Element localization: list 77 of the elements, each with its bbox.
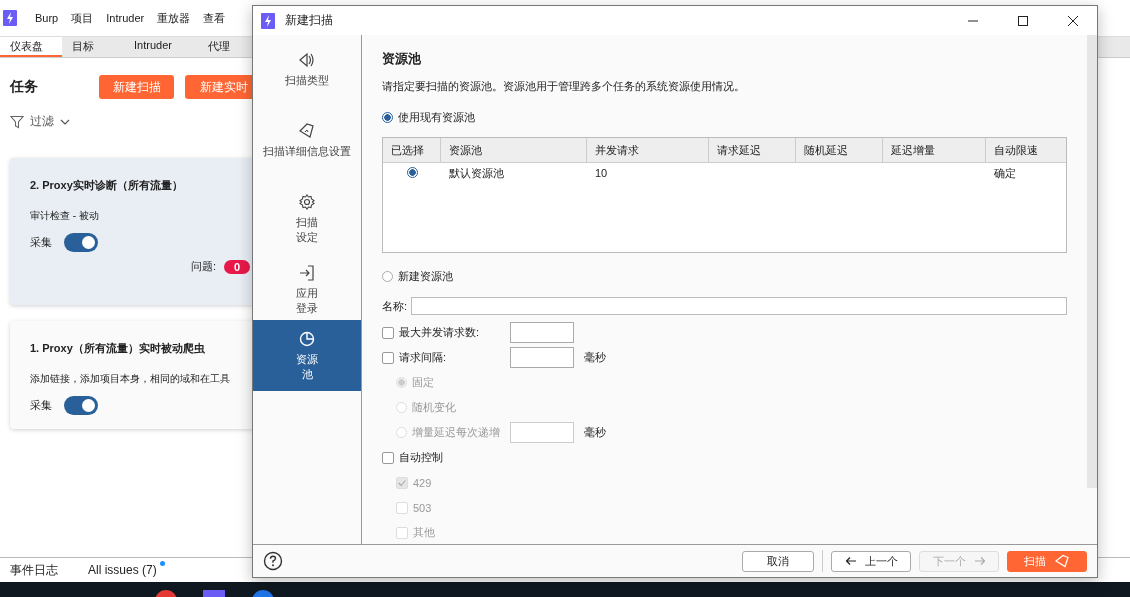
chevron-down-icon (60, 118, 70, 125)
table-cell: 确定 (994, 166, 1016, 179)
pie-chart-icon (298, 330, 316, 348)
toggle-label: 采集 (30, 398, 52, 413)
help-icon[interactable] (263, 551, 283, 571)
issues-label: 问题: (191, 259, 217, 274)
task-title: 2. Proxy实时诊断（所有流量） (30, 178, 183, 193)
tab[interactable]: Intruder (124, 37, 198, 57)
status-tab[interactable]: All issues (7) (88, 563, 166, 577)
status-tab[interactable]: 事件日志 (10, 561, 58, 579)
column-header: 随机延迟 (796, 138, 883, 162)
option-label: 503 (413, 501, 432, 514)
close-icon[interactable] (1067, 14, 1079, 27)
checkbox[interactable] (382, 351, 394, 364)
speaker-icon (298, 51, 316, 69)
filter-label[interactable]: 过滤 (30, 113, 54, 130)
checkbox[interactable] (382, 451, 394, 464)
toggle-switch[interactable] (64, 233, 98, 252)
menu-item[interactable]: Intruder (106, 12, 145, 24)
toggle-switch[interactable] (64, 396, 98, 415)
option-label: 请求间隔: (399, 350, 447, 365)
radio-button[interactable] (382, 112, 393, 123)
table-cell: 默认资源池 (449, 166, 504, 179)
task-description: 添加链接，添加项目本身，相同的域和在工具 (30, 372, 230, 386)
row-radio-button[interactable] (407, 166, 418, 178)
nav-item[interactable]: 资源池 (253, 320, 361, 391)
table-cell: 10 (595, 167, 608, 179)
tab[interactable]: 目标 (62, 37, 124, 57)
number-field[interactable] (510, 322, 574, 343)
lightning-logo-icon (261, 12, 275, 29)
settings-icon (298, 193, 316, 211)
unit-label: 毫秒 (584, 425, 606, 440)
column-header: 请求延迟 (709, 138, 796, 162)
scrollbar[interactable] (1087, 35, 1097, 488)
column-header: 并发请求 (587, 138, 709, 162)
option-label: 随机变化 (412, 400, 456, 415)
login-icon (298, 264, 316, 282)
option-label: 自动控制 (399, 450, 443, 465)
filter-icon (10, 114, 24, 129)
number-field[interactable] (510, 347, 574, 368)
toggle-label: 采集 (30, 235, 52, 250)
tag-icon (298, 122, 316, 140)
option-label: 增量延迟每次递增 (412, 425, 500, 440)
name-label: 名称: (382, 298, 408, 314)
lightning-logo-icon (3, 10, 17, 26)
menu-item[interactable]: 查看 (203, 10, 226, 26)
name-field[interactable] (411, 297, 1067, 315)
column-header: 延迟增量 (883, 138, 986, 162)
radio-label: 新建资源池 (398, 269, 453, 284)
issues-count: 0 (224, 259, 251, 274)
unit-label: 毫秒 (584, 350, 606, 365)
option-label: 其他 (413, 525, 435, 540)
menu-item[interactable]: 重放器 (157, 10, 191, 26)
cancel-button[interactable]: 取消 (742, 550, 814, 572)
radio-label: 使用现有资源池 (398, 110, 475, 125)
task-description: 审计检查 - 被动 (30, 209, 99, 223)
option-label: 最大并发请求数: (399, 325, 480, 340)
arrow-right-icon (973, 556, 986, 566)
column-header: 自动限速 (993, 143, 1039, 158)
radio-button[interactable] (382, 271, 393, 282)
menu-item[interactable]: 项目 (71, 10, 94, 26)
window-title: 新建扫描 (285, 12, 333, 29)
tasks-title: 任务 (10, 78, 39, 96)
menu-item[interactable]: Burp (35, 12, 59, 24)
arrow-left-icon (844, 556, 857, 566)
task-title: 1. Proxy（所有流量）实时被动爬虫 (30, 341, 205, 356)
tab[interactable]: 仪表盘 (0, 37, 62, 57)
maximize-icon[interactable] (1017, 14, 1029, 27)
column-header: 资源池 (441, 138, 587, 162)
section-heading: 资源池 (382, 50, 422, 68)
checkbox[interactable] (382, 326, 394, 339)
column-header: 已选择 (383, 138, 441, 162)
section-description: 请指定要扫描的资源池。资源池用于管理跨多个任务的系统资源使用情况。 (382, 79, 746, 94)
option-label: 429 (413, 476, 432, 489)
back-button[interactable]: 上一个 (831, 550, 911, 572)
option-label: 固定 (412, 375, 434, 390)
tag-icon (1054, 554, 1070, 568)
